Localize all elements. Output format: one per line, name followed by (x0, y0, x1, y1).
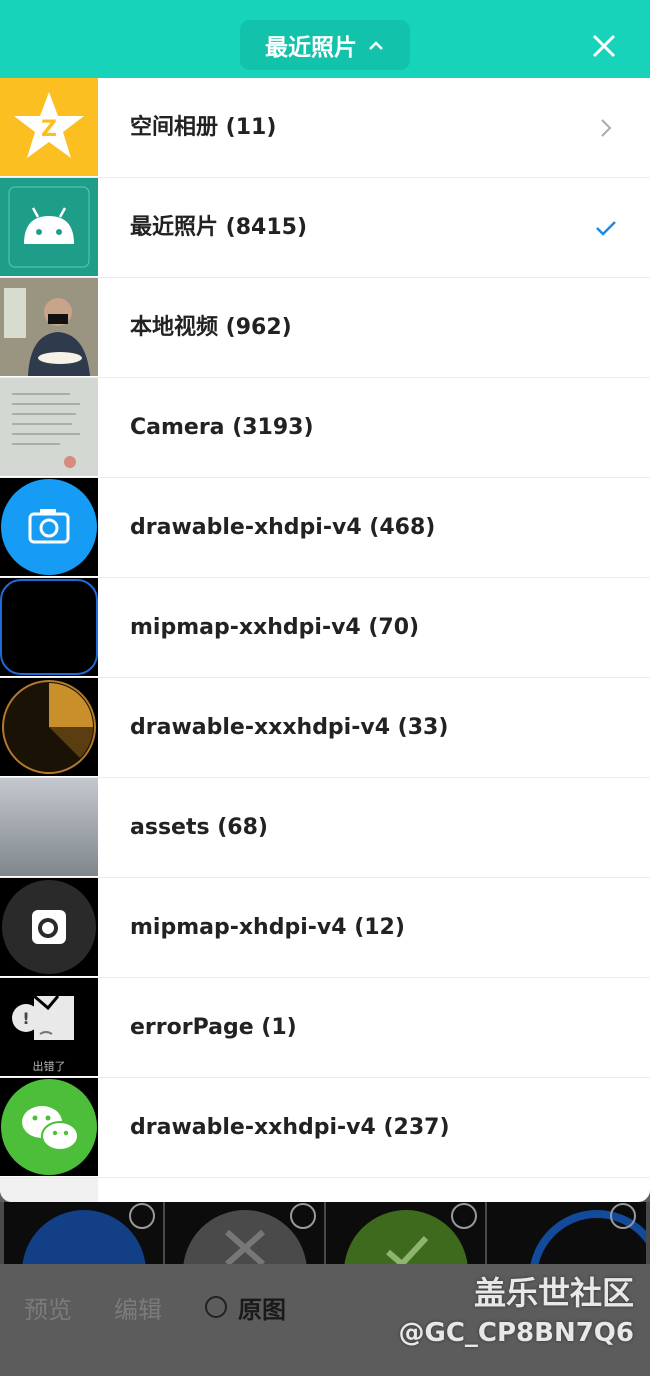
album-row-mipmap-xxhdpi[interactable]: mipmap-xxhdpi-v4 (70) (0, 578, 650, 678)
camera-circle-icon (0, 478, 98, 576)
album-row-assets[interactable]: assets (68) (0, 778, 650, 878)
error-thumb-caption: 出错了 (32, 1060, 66, 1073)
grid-photo[interactable] (4, 1202, 163, 1264)
close-icon (592, 34, 616, 58)
watermark-title: 盖乐世社区 (473, 1274, 634, 1312)
album-row-mipmap-xhdpi[interactable]: mipmap-xhdpi-v4 (12) (0, 878, 650, 978)
svg-text:Z: Z (41, 117, 57, 142)
album-row-recent[interactable]: 最近照片 (8415) (0, 178, 650, 278)
svg-text:!: ! (22, 1009, 29, 1028)
edit-button[interactable]: 编辑 (114, 1290, 162, 1325)
album-label: drawable-xhdpi-v4 (468) (130, 515, 436, 540)
album-row-drawable-xhdpi[interactable]: drawable-xhdpi-v4 (468) (0, 478, 650, 578)
gray-gradient-thumbnail (0, 778, 98, 876)
album-label: errorPage (1) (130, 1015, 297, 1040)
album-row-local-video[interactable]: 本地视频 (962) (0, 278, 650, 378)
preview-button[interactable]: 预览 (24, 1290, 72, 1325)
wechat-icon (0, 1078, 98, 1176)
album-label: mipmap-xxhdpi-v4 (70) (130, 615, 420, 640)
video-person-thumbnail (0, 278, 98, 376)
orange-sector-thumbnail (0, 678, 98, 776)
album-label: 最近照片 (8415) (130, 215, 307, 240)
photo-grid-strip (0, 1202, 650, 1264)
checkmark-icon (594, 216, 618, 240)
partial-thumbnail (0, 1178, 98, 1202)
bottom-toolbar: 预览 编辑 原图 盖乐世社区 @GC_CP8BN7Q6 (0, 1264, 650, 1376)
album-label: drawable-xxxhdpi-v4 (33) (130, 715, 449, 740)
error-cloud-thumbnail: ! 出错了 (0, 978, 98, 1076)
album-row-qzone[interactable]: Z 空间相册 (11) (0, 78, 650, 178)
chevron-up-icon (367, 32, 385, 58)
original-label[interactable]: 原图 (238, 1290, 286, 1325)
album-selector-button[interactable]: 最近照片 (240, 20, 410, 70)
qzone-star-icon: Z (0, 78, 98, 176)
camera-dark-circle-icon (0, 878, 98, 976)
document-photo-thumbnail (0, 378, 98, 476)
grid-photo[interactable] (487, 1202, 646, 1264)
black-rounded-thumbnail (0, 578, 98, 676)
album-label: assets (68) (130, 815, 268, 840)
album-selector-title: 最近照片 (265, 35, 357, 61)
album-row-drawable-xxhdpi[interactable]: drawable-xxhdpi-v4 (237) (0, 1078, 650, 1178)
album-label: Camera (3193) (130, 415, 314, 440)
album-row-drawable-xxxhdpi[interactable]: drawable-xxxhdpi-v4 (33) (0, 678, 650, 778)
album-label: 空间相册 (11) (130, 115, 277, 140)
chevron-right-icon (594, 116, 618, 140)
watermark-handle: @GC_CP8BN7Q6 (398, 1318, 634, 1348)
top-header: 最近照片 (0, 0, 650, 78)
album-label: drawable-xxhdpi-v4 (237) (130, 1115, 450, 1140)
android-robot-icon (0, 178, 98, 276)
album-row-camera[interactable]: Camera (3193) (0, 378, 650, 478)
grid-photo[interactable] (326, 1202, 485, 1264)
album-label: mipmap-xhdpi-v4 (12) (130, 915, 405, 940)
album-row-partial (0, 1178, 650, 1202)
close-button[interactable] (584, 26, 624, 66)
album-label: 本地视频 (962) (130, 315, 292, 340)
album-list: Z 空间相册 (11) 最近照片 (8415) 本地视频 (962) Camer… (0, 78, 650, 1202)
grid-photo[interactable] (165, 1202, 324, 1264)
original-radio[interactable] (205, 1296, 227, 1318)
album-row-error-page[interactable]: ! 出错了 errorPage (1) (0, 978, 650, 1078)
